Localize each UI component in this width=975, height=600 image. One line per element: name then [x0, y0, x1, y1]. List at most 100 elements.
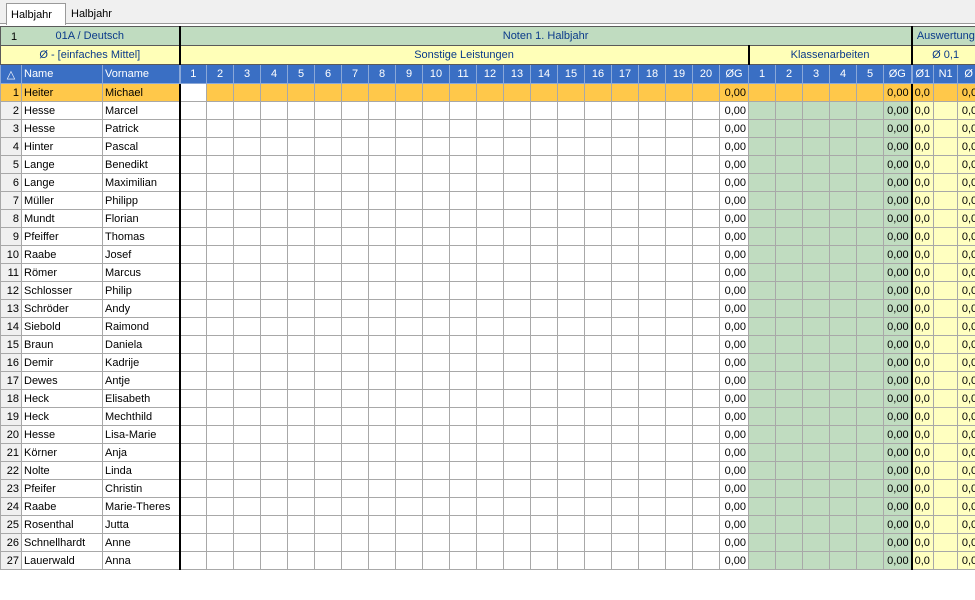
grade-cell-sl[interactable]	[206, 533, 235, 552]
grade-cell-sl[interactable]	[692, 263, 721, 282]
grade-cell-sl[interactable]	[260, 101, 289, 120]
grade-cell-sl[interactable]	[341, 119, 370, 138]
grade-cell-sl[interactable]	[638, 389, 667, 408]
grade-cell-ka[interactable]	[748, 425, 777, 444]
column-sl-18-header[interactable]: 18	[638, 64, 667, 84]
grade-cell-ka[interactable]	[829, 479, 858, 498]
grade-cell-sl[interactable]	[503, 191, 532, 210]
grade-cell-sl[interactable]	[422, 281, 451, 300]
grade-cell-sl[interactable]	[638, 353, 667, 372]
grade-cell-sl[interactable]	[341, 461, 370, 480]
eval-n1-cell[interactable]	[933, 245, 959, 264]
grade-cell-sl[interactable]	[476, 191, 505, 210]
grade-cell-sl[interactable]	[476, 371, 505, 390]
column-sl-1-header[interactable]: 1	[178, 64, 208, 84]
student-name[interactable]: Müller	[21, 191, 103, 210]
grade-cell-ka[interactable]	[829, 317, 858, 336]
grade-cell-sl[interactable]	[368, 515, 397, 534]
grade-cell-sl[interactable]	[233, 443, 262, 462]
grade-cell-sl[interactable]	[638, 119, 667, 138]
grade-cell-sl[interactable]	[530, 317, 559, 336]
grade-cell-sl[interactable]	[260, 245, 289, 264]
grade-cell-sl[interactable]	[530, 515, 559, 534]
grade-cell-ka[interactable]	[802, 479, 831, 498]
grade-cell-sl[interactable]	[287, 515, 316, 534]
student-name[interactable]: Römer	[21, 263, 103, 282]
grade-cell-sl[interactable]	[692, 389, 721, 408]
grade-cell-sl[interactable]	[368, 353, 397, 372]
grade-cell-sl[interactable]	[314, 497, 343, 516]
grade-cell-sl[interactable]	[584, 371, 613, 390]
grade-cell-sl[interactable]	[314, 317, 343, 336]
grade-cell-sl[interactable]	[395, 263, 424, 282]
column-eval-n1-header[interactable]: N1	[933, 64, 959, 84]
grade-cell-sl[interactable]	[530, 461, 559, 480]
grade-cell-sl[interactable]	[395, 101, 424, 120]
grade-cell-sl[interactable]	[368, 335, 397, 354]
grade-cell-sl[interactable]	[503, 533, 532, 552]
grade-cell-sl[interactable]	[341, 443, 370, 462]
grade-cell-sl[interactable]	[584, 497, 613, 516]
grade-cell-ka[interactable]	[748, 407, 777, 426]
grade-cell-sl[interactable]	[395, 83, 424, 102]
grade-cell-sl[interactable]	[287, 281, 316, 300]
grade-cell-sl[interactable]	[314, 191, 343, 210]
column-sl-11-header[interactable]: 11	[449, 64, 478, 84]
grade-cell-sl[interactable]	[584, 353, 613, 372]
grade-cell-sl[interactable]	[395, 191, 424, 210]
grade-cell-ka[interactable]	[748, 101, 777, 120]
student-name[interactable]: Raabe	[21, 497, 103, 516]
grade-cell-sl[interactable]	[503, 209, 532, 228]
grade-cell-sl[interactable]	[449, 137, 478, 156]
grade-cell-sl[interactable]	[287, 443, 316, 462]
grade-cell-sl[interactable]	[503, 443, 532, 462]
grade-cell-ka[interactable]	[829, 191, 858, 210]
student-vorname[interactable]: Antje	[101, 371, 181, 390]
grade-cell-sl[interactable]	[638, 209, 667, 228]
grade-cell-sl[interactable]	[665, 155, 694, 174]
grade-cell-sl[interactable]	[314, 137, 343, 156]
grade-cell-ka[interactable]	[802, 101, 831, 120]
grade-cell-ka[interactable]	[748, 155, 777, 174]
grade-cell-sl[interactable]	[287, 245, 316, 264]
grade-cell-ka[interactable]	[775, 191, 804, 210]
student-name[interactable]: Schröder	[21, 299, 103, 318]
eval-n1-cell[interactable]	[933, 101, 959, 120]
grade-cell-sl[interactable]	[638, 335, 667, 354]
grade-cell-sl[interactable]	[557, 425, 586, 444]
grade-cell-sl[interactable]	[341, 137, 370, 156]
grade-cell-sl[interactable]	[584, 551, 613, 570]
grade-cell-sl[interactable]	[260, 371, 289, 390]
grade-cell-sl[interactable]	[665, 551, 694, 570]
eval-n1-cell[interactable]	[933, 533, 959, 552]
column-sl-15-header[interactable]: 15	[557, 64, 586, 84]
grade-cell-ka[interactable]	[802, 209, 831, 228]
grade-cell-sl[interactable]	[665, 407, 694, 426]
student-row[interactable]: 14SieboldRaimond0,000,000,00,0	[0, 317, 975, 336]
grade-cell-sl[interactable]	[476, 335, 505, 354]
grade-cell-ka[interactable]	[802, 263, 831, 282]
grade-cell-ka[interactable]	[775, 497, 804, 516]
student-vorname[interactable]: Elisabeth	[101, 389, 181, 408]
grade-cell-ka[interactable]	[856, 281, 885, 300]
grade-cell-sl[interactable]	[314, 281, 343, 300]
grade-cell-sl[interactable]	[530, 371, 559, 390]
grade-cell-sl[interactable]	[503, 137, 532, 156]
grade-cell-sl[interactable]	[233, 245, 262, 264]
grade-cell-ka[interactable]	[775, 407, 804, 426]
grade-cell-sl[interactable]	[368, 425, 397, 444]
grade-cell-sl[interactable]	[692, 191, 721, 210]
grade-cell-sl[interactable]	[557, 461, 586, 480]
grade-cell-sl[interactable]	[395, 389, 424, 408]
student-name[interactable]: Schnellhardt	[21, 533, 103, 552]
grade-cell-sl[interactable]	[476, 515, 505, 534]
grade-cell-sl[interactable]	[692, 245, 721, 264]
student-name[interactable]: Schlosser	[21, 281, 103, 300]
grade-cell-sl[interactable]	[476, 317, 505, 336]
grade-cell-sl[interactable]	[611, 101, 640, 120]
student-row[interactable]: 12SchlosserPhilip0,000,000,00,0	[0, 281, 975, 300]
grade-cell-sl[interactable]	[287, 155, 316, 174]
student-name[interactable]: Nolte	[21, 461, 103, 480]
grade-cell-sl[interactable]	[260, 137, 289, 156]
grade-cell-sl[interactable]	[449, 461, 478, 480]
